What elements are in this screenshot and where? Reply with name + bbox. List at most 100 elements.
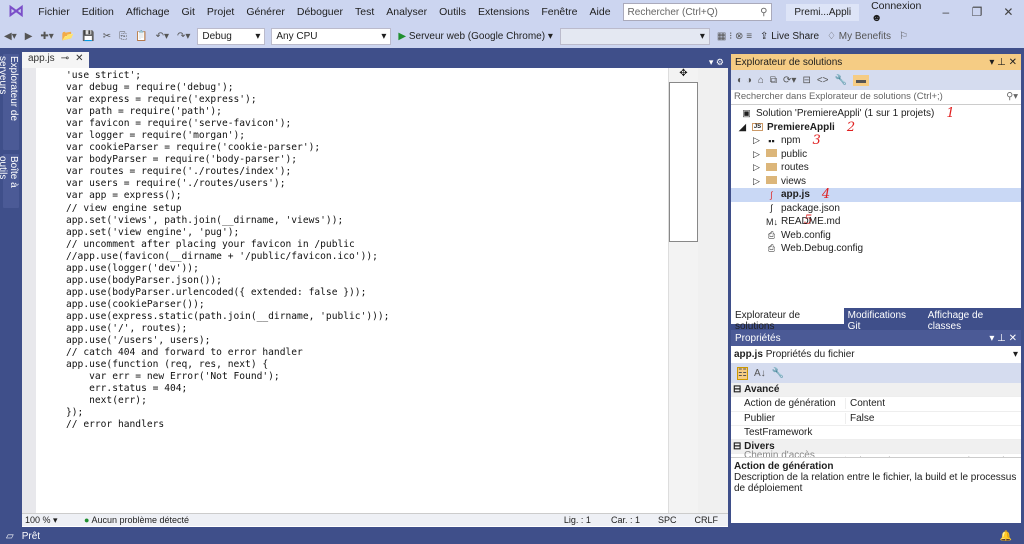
new-project-icon[interactable]: ✚▾ (36, 31, 57, 42)
pin-icon[interactable]: ⊸ (61, 53, 69, 67)
property-row[interactable]: TestFramework (731, 426, 1021, 441)
undo-icon[interactable]: ↶▾ (152, 31, 173, 42)
problems-indicator[interactable]: ● Aucun problème détecté (72, 515, 189, 525)
js-project-icon: JS (752, 123, 763, 132)
home-icon[interactable]: ⌂ (758, 75, 764, 86)
solution-explorer: Explorateur de solutions ▾ ⊥ ✕ ◐ ◑ ⌂ ⧉ ⟳▾ ⊟ <>… (731, 54, 1021, 332)
tree-solution[interactable]: ▣ Solution 'PremiereAppli' (1 sur 1 proje… (731, 106, 1021, 121)
copy-icon[interactable]: ⎘ (115, 31, 131, 42)
back-icon[interactable]: ◀▾ (0, 31, 21, 42)
switch-view-icon[interactable]: ⧉ (770, 75, 777, 86)
tree-item[interactable]: ▷ views (731, 175, 1021, 189)
close-button[interactable]: ✕ (993, 5, 1024, 19)
paste-icon[interactable]: 📋 (131, 31, 151, 42)
user-icon: ☻ (871, 12, 883, 24)
annotation: 4 (821, 187, 831, 203)
whitespace-indicator[interactable]: SPC (650, 515, 685, 525)
redo-icon[interactable]: ↷▾ (173, 31, 194, 42)
tree-item[interactable]: ∫ package.json 5 (731, 202, 1021, 228)
wrench-icon[interactable]: 🔧 (835, 75, 847, 86)
tab-2[interactable]: Affichage de classes (924, 308, 1021, 332)
panel-controls-icon[interactable]: ▾ ⊥ ✕ (989, 333, 1017, 344)
tree-item[interactable]: ▷ public (731, 148, 1021, 162)
tree-item[interactable]: ⎙ Web.Debug.config (731, 242, 1021, 256)
property-row[interactable]: Chemin d'accès completC:\Users\DJAMELA K… (731, 450, 1021, 457)
tab-0[interactable]: Explorateur de solutions (731, 308, 844, 332)
menu-7[interactable]: Test (349, 6, 380, 18)
property-row[interactable]: Publier False (731, 412, 1021, 426)
target-select[interactable]: ▾ (559, 27, 710, 45)
server-explorer-tab[interactable]: Explorateur de serveurs (0, 54, 19, 150)
menu-5[interactable]: Générer (240, 6, 291, 18)
menu-2[interactable]: Affichage (120, 6, 176, 18)
menu-4[interactable]: Projet (201, 6, 240, 18)
collapsed-icon[interactable]: ▷ (751, 135, 762, 146)
collapsed-icon[interactable]: ▷ (751, 176, 762, 187)
menu-1[interactable]: Edition (76, 6, 120, 18)
close-tab-icon[interactable]: ✕ (75, 53, 83, 67)
menu-6[interactable]: Déboguer (291, 6, 349, 18)
property-grid[interactable]: ⊟ Avancé Action de génération Content Publi… (731, 383, 1021, 457)
restore-button[interactable]: ❐ (961, 5, 992, 19)
gutter (22, 68, 36, 513)
property-row[interactable]: Action de génération Content (731, 397, 1021, 412)
debug-tools-icon[interactable]: ▦ ⁝ ⊗ ≡ (713, 31, 756, 42)
tab-app-js[interactable]: app.js ⊸ ✕ (22, 52, 90, 68)
solution-search-input[interactable]: Rechercher dans Explorateur de solutions… (731, 90, 1021, 105)
menu-3[interactable]: Git (175, 6, 200, 18)
benefits-button[interactable]: ♢ My Benefits (823, 31, 895, 42)
menu-0[interactable]: Fichier (32, 6, 76, 18)
collapsed-icon[interactable]: ▷ (751, 149, 762, 160)
save-icon[interactable]: 💾 (78, 31, 98, 42)
minimap-viewport[interactable] (669, 82, 698, 242)
preview-icon[interactable]: ▬ (852, 74, 869, 86)
tree-item[interactable]: M↓ README.md (731, 215, 1021, 229)
menu-11[interactable]: Fenêtre (535, 6, 583, 18)
tree-item[interactable]: ⎙ Web.config (731, 229, 1021, 243)
menu-9[interactable]: Outils (433, 6, 472, 18)
forward-icon[interactable]: ▶ (21, 31, 37, 42)
property-pages-icon[interactable]: 🔧 (772, 368, 784, 379)
toolbox-tab[interactable]: Boîte à outils (0, 154, 19, 208)
property-category[interactable]: ⊟ Avancé (731, 383, 1021, 398)
config-file-icon: ⎙ (767, 243, 776, 254)
tree-item[interactable]: ▷ ▪▪ npm 3 (731, 133, 1021, 148)
search-icon: ⚲▾ (1006, 91, 1018, 102)
categorized-icon[interactable]: ☷ (737, 366, 748, 380)
menu-12[interactable]: Aide (584, 6, 617, 18)
tree-item[interactable]: ▷ routes (731, 161, 1021, 175)
live-share-button[interactable]: ⇪ Live Share (756, 31, 823, 42)
panel-controls-icon[interactable]: ▾ ⊥ ✕ (989, 57, 1017, 68)
tree-project[interactable]: ◢ JS PremiereAppli 2 (731, 120, 1021, 135)
alphabetical-icon[interactable]: A↓ (754, 368, 766, 379)
platform-select[interactable]: Any CPU ▾ (271, 27, 392, 45)
zoom-select[interactable]: 100 % ▾ (22, 515, 72, 526)
code-line: var users = require('./routes/users'); (66, 178, 286, 190)
tab-1[interactable]: Modifications Git (844, 308, 924, 332)
minimize-button[interactable]: – (930, 5, 961, 19)
sync-icon[interactable]: ⟳▾ (783, 75, 796, 86)
open-icon[interactable]: 📂 (58, 31, 78, 42)
code-area[interactable]: 'use strict'; var debug = require('debug'… (22, 68, 668, 513)
run-button[interactable]: ▶ Serveur web (Google Chrome) ▾ (394, 31, 556, 42)
collapsed-icon[interactable]: ▷ (751, 162, 762, 173)
json-file-icon: ∫ (770, 203, 773, 214)
notifications-icon[interactable]: 🔔 (1000, 531, 1024, 542)
code-line: app.use(cookieParser()); (66, 298, 205, 310)
tab-options-icon[interactable]: ▾ ⚙ (709, 57, 728, 68)
sign-in-button[interactable]: Connexion ☻ (871, 0, 930, 24)
collapse-icon[interactable]: ⊟ (802, 75, 810, 86)
feedback-icon[interactable]: ⚐ (895, 31, 912, 42)
object-select[interactable]: app.js Propriétés du fichier ▾ (731, 346, 1021, 363)
configuration-select[interactable]: Debug ▾ (197, 27, 266, 45)
menu-8[interactable]: Analyser (380, 6, 433, 18)
code-icon[interactable]: <> (817, 75, 829, 86)
cut-icon[interactable]: ✂ (99, 31, 115, 42)
search-input[interactable]: Rechercher (Ctrl+Q) ⚲ (622, 3, 773, 21)
menu-10[interactable]: Extensions (472, 6, 535, 18)
vertical-scrollbar[interactable] (698, 68, 728, 513)
back-icon[interactable]: ◐ ◑ (737, 75, 752, 86)
minimap[interactable]: ✥ (668, 68, 698, 513)
line-ending-indicator[interactable]: CRLF (684, 515, 728, 525)
tree-item[interactable]: ∫ app.js 4 (731, 187, 1021, 203)
